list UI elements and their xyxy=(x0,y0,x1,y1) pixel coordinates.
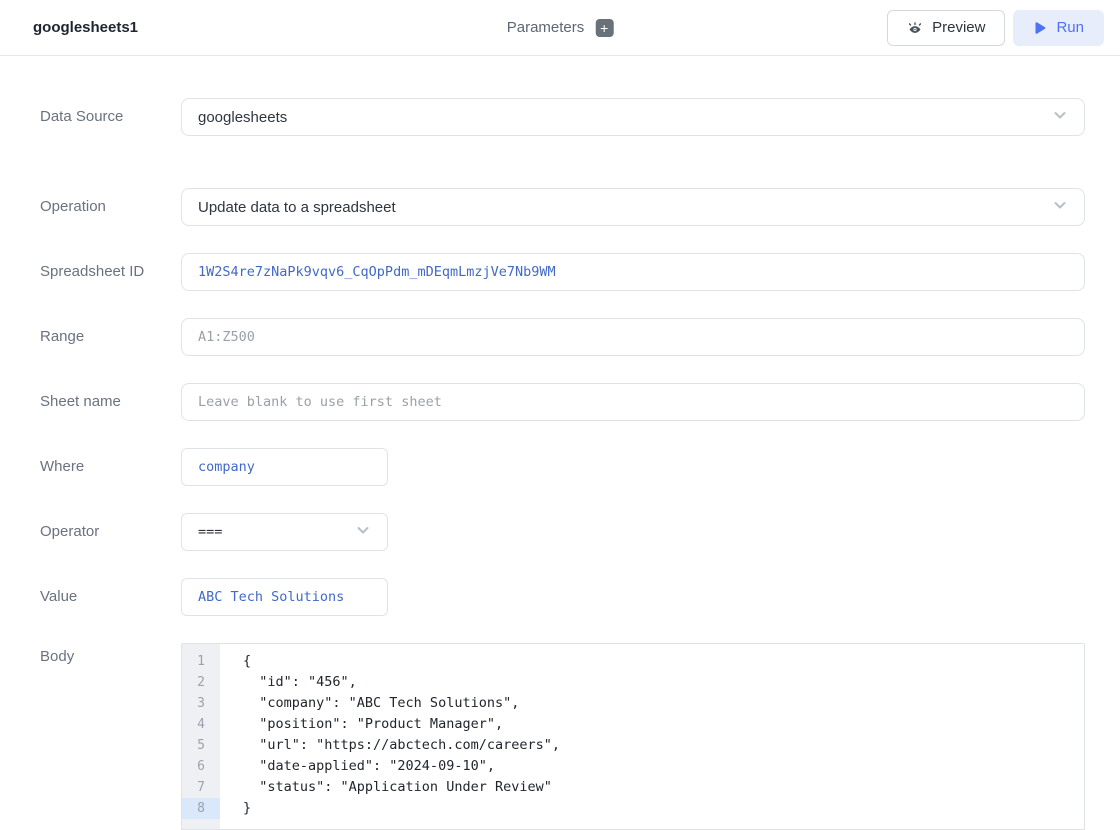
operation-select[interactable]: Update data to a spreadsheet xyxy=(181,188,1085,226)
range-input[interactable]: A1:Z500 xyxy=(181,318,1085,356)
line-number: 8 xyxy=(182,798,220,819)
spreadsheet-id-input[interactable]: 1W2S4re7zNaPk9vqv6_CqOpPdm_mDEqmLmzjVe7N… xyxy=(181,253,1085,291)
operator-select[interactable]: === xyxy=(181,513,388,551)
body-label: Body xyxy=(40,643,181,830)
query-form: Data Source googlesheets Operation Updat… xyxy=(0,56,1120,830)
add-parameter-button[interactable]: + xyxy=(595,19,613,37)
where-row: Where company xyxy=(40,448,1085,486)
sheet-name-row: Sheet name Leave blank to use first shee… xyxy=(40,383,1085,421)
operator-row: Operator === xyxy=(40,513,1085,551)
code-line[interactable]: "id": "456", xyxy=(243,672,1084,693)
operator-label: Operator xyxy=(40,513,181,551)
where-input[interactable]: company xyxy=(181,448,388,486)
data-source-label: Data Source xyxy=(40,98,181,136)
where-value: company xyxy=(198,459,255,475)
run-button[interactable]: Run xyxy=(1013,10,1104,46)
operation-value: Update data to a spreadsheet xyxy=(198,199,396,216)
spreadsheet-id-row: Spreadsheet ID 1W2S4re7zNaPk9vqv6_CqOpPd… xyxy=(40,253,1085,291)
sheet-name-input[interactable]: Leave blank to use first sheet xyxy=(181,383,1085,421)
code-line[interactable]: "company": "ABC Tech Solutions", xyxy=(243,693,1084,714)
code-line[interactable]: "url": "https://abctech.com/careers", xyxy=(243,735,1084,756)
line-number: 2 xyxy=(182,672,220,693)
run-button-label: Run xyxy=(1056,19,1084,36)
where-label: Where xyxy=(40,448,181,486)
range-placeholder: A1:Z500 xyxy=(198,329,255,345)
header-actions: Preview Run xyxy=(887,10,1104,46)
line-number: 6 xyxy=(182,756,220,777)
value-value: ABC Tech Solutions xyxy=(198,589,344,605)
operator-value: === xyxy=(198,524,222,540)
body-row: Body 12345678 { "id": "456", "company": … xyxy=(40,643,1085,830)
line-number: 7 xyxy=(182,777,220,798)
body-code-editor[interactable]: 12345678 { "id": "456", "company": "ABC … xyxy=(181,643,1085,830)
range-label: Range xyxy=(40,318,181,356)
query-editor-header: googlesheets1 Parameters + Preview xyxy=(0,0,1120,56)
code-line[interactable]: "status": "Application Under Review" xyxy=(243,777,1084,798)
preview-button[interactable]: Preview xyxy=(887,10,1005,46)
line-number: 4 xyxy=(182,714,220,735)
parameters-section: Parameters + xyxy=(507,19,614,37)
value-label: Value xyxy=(40,578,181,616)
plus-icon: + xyxy=(600,21,608,35)
line-number: 1 xyxy=(182,651,220,672)
spreadsheet-id-label: Spreadsheet ID xyxy=(40,253,181,291)
value-row: Value ABC Tech Solutions xyxy=(40,578,1085,616)
code-line[interactable]: { xyxy=(243,651,1084,672)
data-source-select[interactable]: googlesheets xyxy=(181,98,1085,136)
data-source-row: Data Source googlesheets xyxy=(40,98,1085,136)
operation-row: Operation Update data to a spreadsheet xyxy=(40,188,1085,226)
parameters-label: Parameters xyxy=(507,19,585,36)
chevron-down-icon xyxy=(1052,107,1068,128)
preview-button-label: Preview xyxy=(932,19,985,36)
spreadsheet-id-value: 1W2S4re7zNaPk9vqv6_CqOpPdm_mDEqmLmzjVe7N… xyxy=(198,264,556,280)
code-line[interactable]: "date-applied": "2024-09-10", xyxy=(243,756,1084,777)
chevron-down-icon xyxy=(355,522,371,543)
line-number: 5 xyxy=(182,735,220,756)
sheet-name-placeholder: Leave blank to use first sheet xyxy=(198,394,442,410)
chevron-down-icon xyxy=(1052,197,1068,218)
operation-label: Operation xyxy=(40,188,181,226)
code-line[interactable]: } xyxy=(243,798,1084,819)
range-row: Range A1:Z500 xyxy=(40,318,1085,356)
line-number: 3 xyxy=(182,693,220,714)
code-content[interactable]: { "id": "456", "company": "ABC Tech Solu… xyxy=(220,644,1084,829)
sheet-name-label: Sheet name xyxy=(40,383,181,421)
play-icon xyxy=(1033,21,1047,35)
eye-icon xyxy=(907,20,923,36)
code-gutter: 12345678 xyxy=(182,644,220,829)
data-source-value: googlesheets xyxy=(198,109,287,126)
query-name[interactable]: googlesheets1 xyxy=(33,19,138,36)
value-input[interactable]: ABC Tech Solutions xyxy=(181,578,388,616)
code-line[interactable]: "position": "Product Manager", xyxy=(243,714,1084,735)
